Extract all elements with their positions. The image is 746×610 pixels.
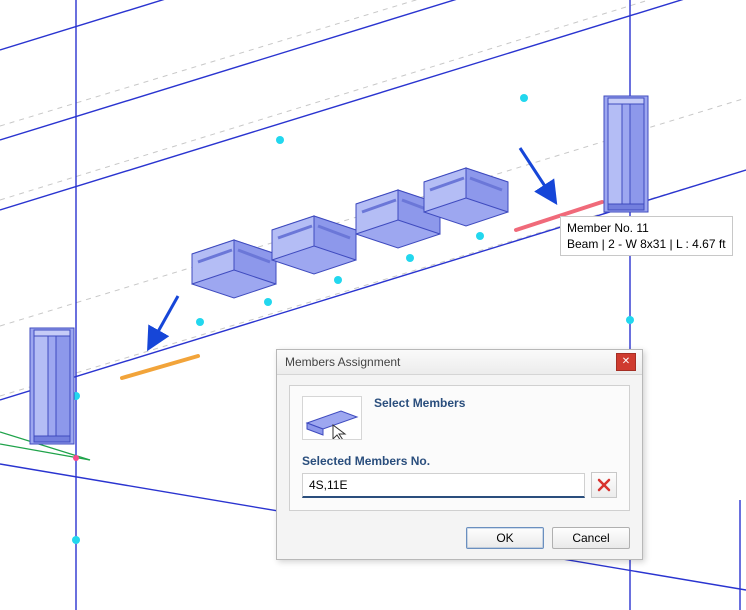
dialog-titlebar[interactable]: Members Assignment ✕ [277,350,642,375]
select-members-group: Select Members Selected Members No. [289,385,630,511]
clear-selection-button[interactable] [591,472,617,498]
select-members-label: Select Members [374,396,617,410]
member-tooltip: Member No. 11 Beam | 2 - W 8x31 | L : 4.… [560,216,733,256]
cancel-button[interactable]: Cancel [552,527,630,549]
member-preview-icon [302,396,362,440]
close-button[interactable]: ✕ [616,353,636,371]
dialog-title: Members Assignment [285,355,616,369]
tooltip-line1: Member No. 11 [567,220,726,236]
tooltip-line2: Beam | 2 - W 8x31 | L : 4.67 ft [567,236,726,252]
selected-members-input[interactable] [302,473,585,498]
selected-members-header: Selected Members No. [302,454,617,468]
members-assignment-dialog: Members Assignment ✕ Select Members [276,349,643,560]
close-icon: ✕ [622,356,630,367]
ok-button[interactable]: OK [466,527,544,549]
clear-icon [597,478,611,492]
